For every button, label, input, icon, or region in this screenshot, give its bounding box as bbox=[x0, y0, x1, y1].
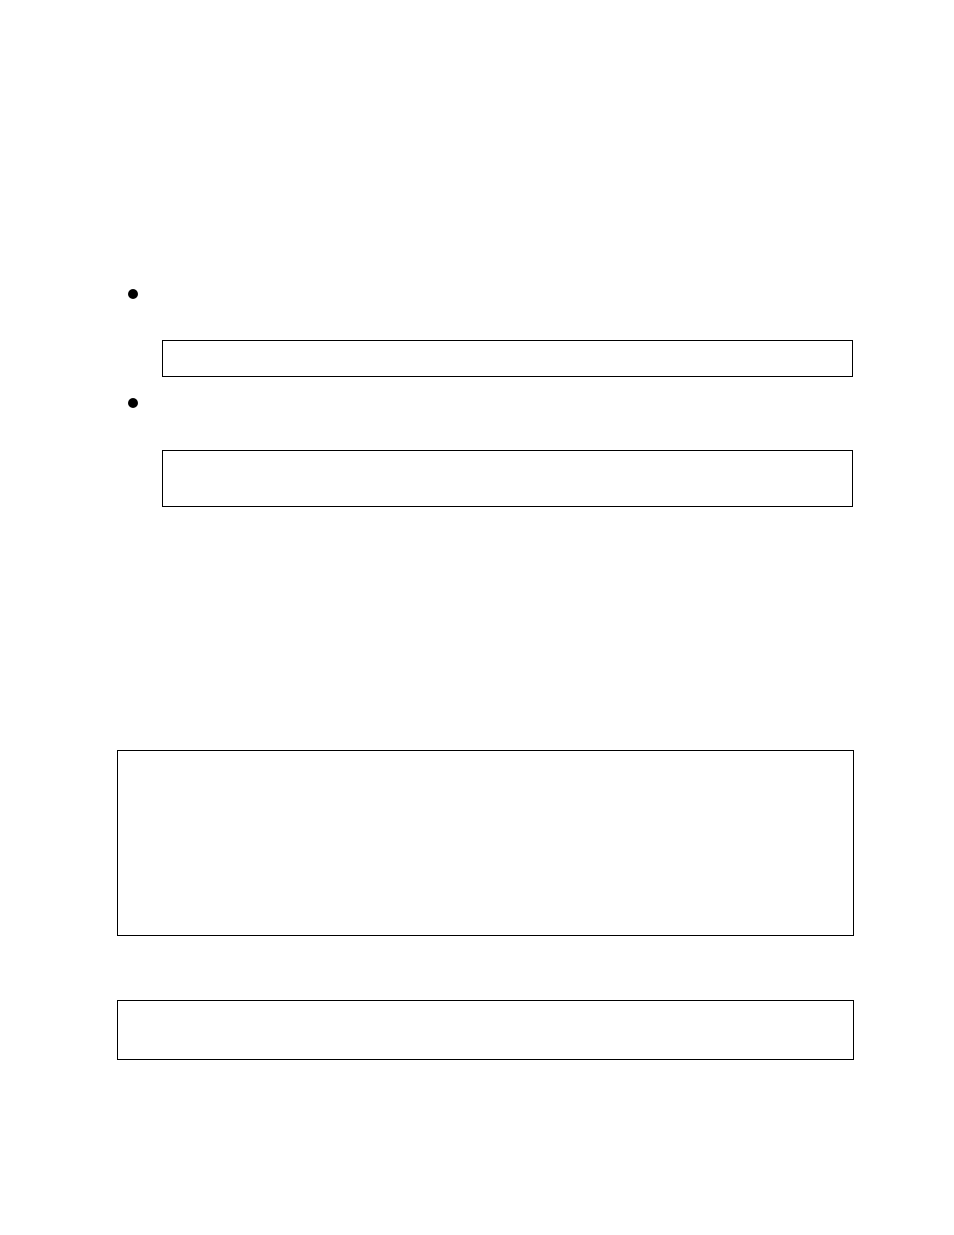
bullet-2 bbox=[128, 398, 138, 408]
bullet-1 bbox=[128, 289, 138, 299]
box-4 bbox=[117, 1000, 854, 1060]
box-1 bbox=[162, 340, 853, 377]
box-3 bbox=[117, 750, 854, 936]
box-2 bbox=[162, 450, 853, 507]
